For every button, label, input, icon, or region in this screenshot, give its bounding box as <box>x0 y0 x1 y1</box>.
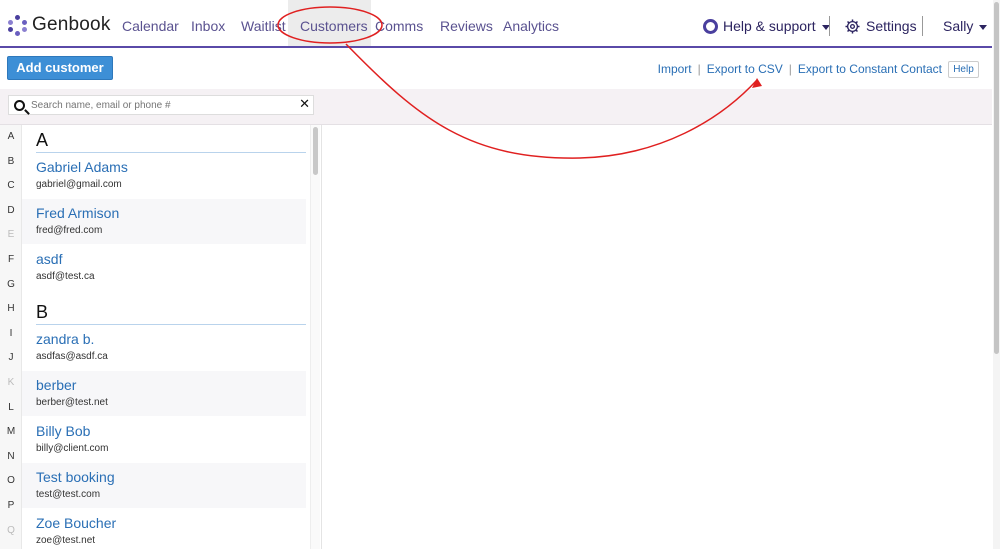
customer-row[interactable]: berber berber@test.net <box>22 371 306 416</box>
alpha-letter-f[interactable]: F <box>0 254 22 265</box>
customer-list: A Gabriel Adams gabriel@gmail.com Fred Armi… <box>22 125 307 549</box>
customer-row[interactable]: Zoe Boucher zoe@test.net <box>22 509 306 549</box>
genbook-logo-icon <box>8 15 28 36</box>
customer-name[interactable]: Gabriel Adams <box>36 159 128 175</box>
alpha-letter-k: K <box>7 377 15 388</box>
section-header: A <box>36 125 306 153</box>
export-links: Import | Export to CSV | Export to Const… <box>658 62 942 76</box>
customer-row[interactable]: Billy Bob billy@client.com <box>22 417 306 462</box>
customer-name[interactable]: Zoe Boucher <box>36 515 116 531</box>
search-input[interactable] <box>31 98 296 112</box>
customer-name[interactable]: Test booking <box>36 469 115 485</box>
nav-inbox[interactable]: Inbox <box>191 18 225 34</box>
import-link[interactable]: Import <box>658 62 692 76</box>
alpha-letter-e: E <box>7 229 15 241</box>
close-icon[interactable]: ✕ <box>299 96 310 112</box>
customer-name[interactable]: zandra b. <box>36 331 94 347</box>
nav-customers[interactable]: Customers <box>300 18 368 34</box>
customer-email: gabriel@gmail.com <box>36 179 122 190</box>
nav-reviews[interactable]: Reviews <box>440 18 493 34</box>
alpha-letter-h[interactable]: H <box>0 303 22 314</box>
alpha-letter-c[interactable]: C <box>0 180 22 191</box>
customer-email: zoe@test.net <box>36 535 96 546</box>
link-separator: | <box>788 62 792 76</box>
user-name: Sally <box>943 18 974 34</box>
alpha-letter-b[interactable]: B <box>0 156 22 167</box>
export-csv-link[interactable]: Export to CSV <box>707 62 783 76</box>
nav-analytics[interactable]: Analytics <box>503 18 559 34</box>
alpha-letter-d[interactable]: D <box>0 205 22 216</box>
section-header: B <box>36 297 306 325</box>
alpha-letter-m[interactable]: M <box>0 426 22 437</box>
customer-name[interactable]: asdf <box>36 251 62 267</box>
alpha-letter-j[interactable]: J <box>0 352 22 363</box>
customer-email: billy@client.com <box>36 443 109 454</box>
customer-email: test@test.com <box>36 489 101 500</box>
logo-text: Genbook <box>32 14 111 35</box>
customer-email: asdfas@asdf.ca <box>36 351 108 362</box>
lifebuoy-icon <box>703 18 718 34</box>
customer-name[interactable]: Fred Armison <box>36 205 119 221</box>
help-support-label: Help & support <box>723 18 816 34</box>
add-customer-button[interactable]: Add customer <box>7 56 113 80</box>
customer-email: asdf@test.ca <box>36 271 95 282</box>
alpha-letter-g[interactable]: G <box>0 279 22 290</box>
help-button[interactable]: Help <box>948 61 979 78</box>
customer-name[interactable]: Billy Bob <box>36 423 90 439</box>
customer-row[interactable]: zandra b. asdfas@asdf.ca <box>22 325 306 370</box>
customer-email: fred@fred.com <box>36 225 103 236</box>
customer-name[interactable]: berber <box>36 377 76 393</box>
alpha-letter-n[interactable]: N <box>0 451 22 462</box>
nav-comms[interactable]: Comms <box>375 18 423 34</box>
nav-waitlist[interactable]: Waitlist <box>241 18 286 34</box>
search-icon <box>14 100 25 111</box>
alpha-letter-a[interactable]: A <box>0 131 22 142</box>
alpha-letter-l[interactable]: L <box>0 402 22 413</box>
nav-divider <box>829 16 830 36</box>
page-scrollbar-thumb[interactable] <box>994 2 999 354</box>
top-nav: Genbook Calendar Inbox Waitlist Customer… <box>0 0 992 48</box>
gear-icon <box>845 18 860 34</box>
alpha-letter-i[interactable]: I <box>0 328 22 339</box>
customer-row[interactable]: asdf asdf@test.ca <box>22 245 306 290</box>
user-menu[interactable]: Sally <box>943 18 988 34</box>
alpha-letter-q: Q <box>7 524 15 536</box>
customer-row[interactable]: Gabriel Adams gabriel@gmail.com <box>22 153 306 198</box>
nav-divider <box>922 16 923 36</box>
export-constant-contact-link[interactable]: Export to Constant Contact <box>798 62 942 76</box>
search-box: ✕ <box>8 95 314 115</box>
arrowhead-icon <box>752 78 762 88</box>
alpha-letter-o[interactable]: O <box>0 475 22 486</box>
customer-row[interactable]: Fred Armison fred@fred.com <box>22 199 306 244</box>
link-separator: | <box>697 62 701 76</box>
chevron-down-icon <box>979 24 988 30</box>
list-scrollbar[interactable] <box>310 125 320 549</box>
customer-email: berber@test.net <box>36 397 108 408</box>
customer-row[interactable]: Test booking test@test.com <box>22 463 306 508</box>
settings-link[interactable]: Settings <box>845 18 917 34</box>
alpha-letter-p[interactable]: P <box>0 500 22 511</box>
nav-calendar[interactable]: Calendar <box>122 18 179 34</box>
customer-detail-pane <box>322 125 992 549</box>
list-scrollbar-thumb[interactable] <box>313 127 318 175</box>
settings-label: Settings <box>866 18 917 34</box>
genbook-logo[interactable]: Genbook <box>8 14 111 36</box>
help-support-menu[interactable]: Help & support <box>703 18 830 34</box>
alphabet-index: A B C D E F G H I J K L M N O P Q <box>0 125 22 549</box>
